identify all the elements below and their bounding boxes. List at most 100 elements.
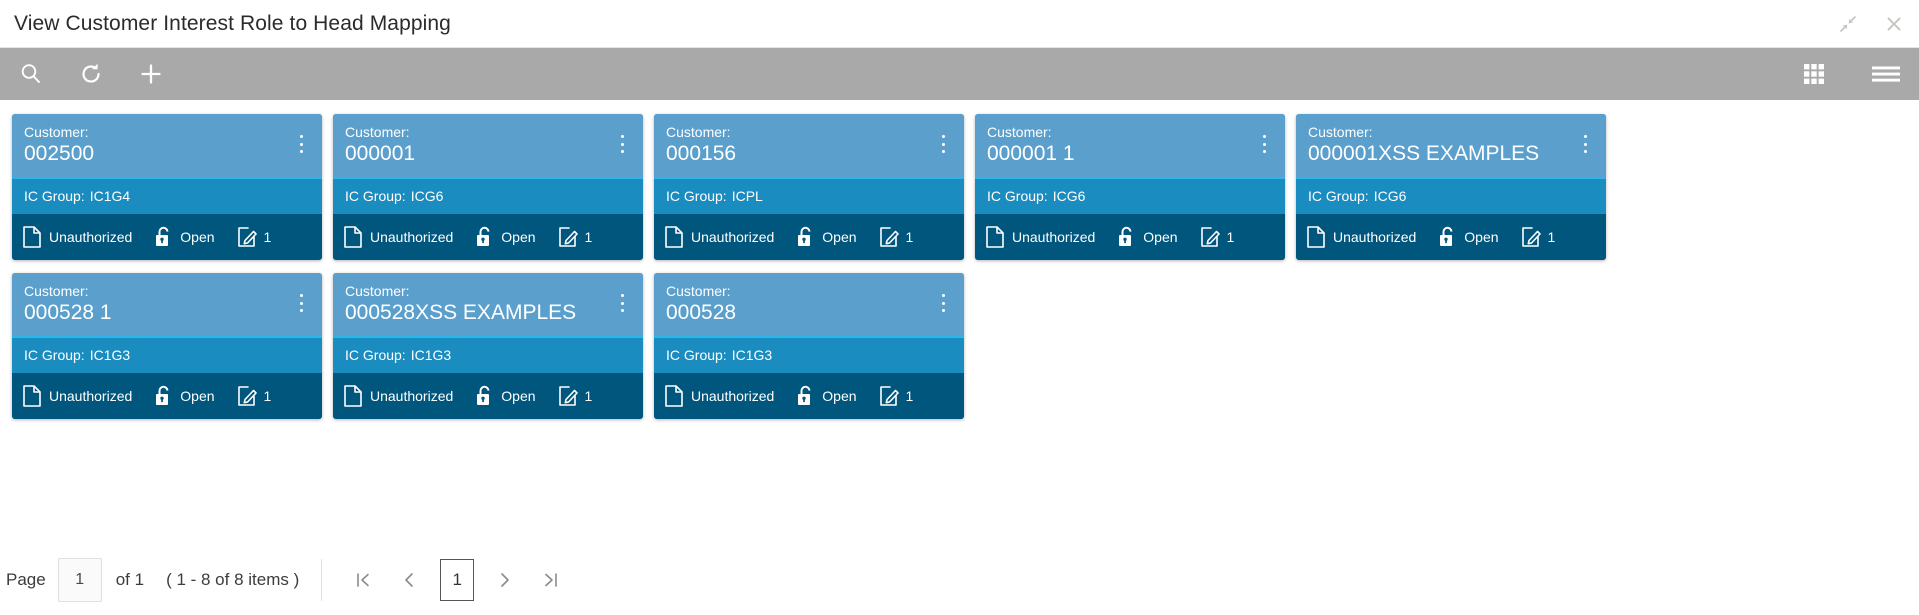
card-customer-value: 000156 bbox=[666, 142, 737, 165]
pagination-bar: Page of 1 ( 1 - 8 of 8 items ) 1 bbox=[0, 545, 1919, 615]
ic-group-value: IC1G3 bbox=[89, 347, 131, 363]
card-menu-icon[interactable] bbox=[1577, 135, 1593, 153]
customer-card[interactable]: Customer: 002500 IC Group: IC1G4 Unauthorize… bbox=[12, 114, 322, 260]
record-version[interactable]: 1 bbox=[237, 226, 271, 248]
card-customer-label: Customer: bbox=[24, 124, 89, 140]
card-menu-icon[interactable] bbox=[293, 135, 309, 153]
card-menu-icon[interactable] bbox=[935, 294, 951, 312]
card-header: Customer: 000528 1 bbox=[12, 273, 322, 338]
ic-group-value: IC1G3 bbox=[731, 347, 773, 363]
ic-group-label: IC Group: bbox=[666, 347, 727, 363]
card-menu-icon[interactable] bbox=[293, 294, 309, 312]
card-menu-icon[interactable] bbox=[614, 294, 630, 312]
refresh-icon[interactable] bbox=[74, 57, 108, 91]
auth-status[interactable]: Unauthorized bbox=[22, 226, 132, 248]
unlock-icon bbox=[477, 226, 490, 246]
lock-status[interactable]: Open bbox=[796, 226, 857, 248]
document-icon bbox=[1307, 226, 1325, 248]
close-icon[interactable] bbox=[1881, 11, 1907, 37]
card-customer-value: 000528 1 bbox=[24, 301, 112, 324]
record-version[interactable]: 1 bbox=[558, 385, 593, 407]
ic-group-value: ICG6 bbox=[1373, 188, 1407, 204]
collapse-arrows-icon[interactable] bbox=[1835, 11, 1861, 37]
edit-icon bbox=[558, 386, 578, 406]
page-of-text: of 1 bbox=[115, 570, 145, 589]
auth-status[interactable]: Unauthorized bbox=[664, 385, 774, 407]
customer-card[interactable]: Customer: 000001 1 IC Group: ICG6 Unauthoriz… bbox=[975, 114, 1285, 260]
lock-status[interactable]: Open bbox=[475, 226, 536, 248]
customer-card[interactable]: Customer: 000528XSS EXAMPLES IC Group: IC1G… bbox=[333, 273, 643, 419]
card-ic-group: IC Group: IC1G3 bbox=[12, 338, 322, 373]
auth-status[interactable]: Unauthorized bbox=[343, 385, 453, 407]
search-icon[interactable] bbox=[14, 57, 48, 91]
card-customer-value: 000528XSS EXAMPLES bbox=[345, 301, 577, 324]
hamburger-icon[interactable] bbox=[1869, 57, 1903, 91]
card-footer: Unauthorized Open 1 bbox=[333, 373, 643, 419]
customer-card[interactable]: Customer: 000528 IC Group: IC1G3 Unauthorize… bbox=[654, 273, 964, 419]
record-version[interactable]: 1 bbox=[1200, 226, 1234, 248]
prev-page-icon[interactable] bbox=[386, 558, 432, 602]
record-version[interactable]: 1 bbox=[558, 226, 592, 248]
lock-status-label: Open bbox=[180, 388, 215, 404]
card-grid: Customer: 002500 IC Group: IC1G4 Unauthorize… bbox=[12, 114, 1907, 419]
record-version[interactable]: 1 bbox=[1521, 226, 1555, 248]
last-page-icon[interactable] bbox=[528, 558, 574, 602]
lock-status-label: Open bbox=[1464, 229, 1499, 245]
edit-icon bbox=[879, 386, 899, 406]
card-ic-group: IC Group: ICPL bbox=[654, 179, 964, 214]
lock-status[interactable]: Open bbox=[796, 385, 857, 407]
card-menu-icon[interactable] bbox=[614, 135, 630, 153]
lock-status[interactable]: Open bbox=[1438, 226, 1499, 248]
auth-status[interactable]: Unauthorized bbox=[985, 226, 1095, 248]
grid-icon[interactable] bbox=[1797, 57, 1831, 91]
card-ic-group: IC Group: ICG6 bbox=[975, 179, 1285, 214]
card-footer: Unauthorized Open 1 bbox=[654, 373, 964, 419]
card-ic-group: IC Group: IC1G3 bbox=[333, 338, 643, 373]
unlock-icon bbox=[798, 226, 811, 246]
lock-status[interactable]: Open bbox=[475, 385, 536, 407]
auth-status-label: Unauthorized bbox=[691, 388, 775, 404]
unlock-icon bbox=[156, 385, 169, 405]
document-icon bbox=[665, 385, 683, 407]
edit-icon bbox=[558, 227, 578, 247]
record-version[interactable]: 1 bbox=[879, 226, 913, 248]
card-customer-value: 000001 bbox=[345, 142, 416, 165]
customer-card[interactable]: Customer: 000001 IC Group: ICG6 Unauthorized… bbox=[333, 114, 643, 260]
lock-status[interactable]: Open bbox=[154, 226, 215, 248]
auth-status[interactable]: Unauthorized bbox=[22, 385, 132, 407]
item-range-text: ( 1 - 8 of 8 items ) bbox=[166, 570, 300, 589]
customer-card[interactable]: Customer: 000528 1 IC Group: IC1G3 Unauthori… bbox=[12, 273, 322, 419]
auth-status[interactable]: Unauthorized bbox=[343, 226, 453, 248]
auth-status[interactable]: Unauthorized bbox=[1306, 226, 1416, 248]
toolbar-left-group bbox=[14, 57, 168, 91]
page-title: View Customer Interest Role to Head Mapp… bbox=[14, 11, 451, 35]
toolbar-right-group bbox=[1797, 57, 1903, 91]
customer-card[interactable]: Customer: 000156 IC Group: ICPL Unauthorized… bbox=[654, 114, 964, 260]
ic-group-value: IC1G4 bbox=[89, 188, 131, 204]
record-version[interactable]: 1 bbox=[237, 385, 271, 407]
auth-status[interactable]: Unauthorized bbox=[664, 226, 774, 248]
card-menu-icon[interactable] bbox=[935, 135, 951, 153]
card-header: Customer: 000001XSS EXAMPLES bbox=[1296, 114, 1606, 179]
card-header: Customer: 000156 bbox=[654, 114, 964, 179]
next-page-icon[interactable] bbox=[482, 558, 528, 602]
plus-icon[interactable] bbox=[134, 57, 168, 91]
page-input[interactable] bbox=[57, 558, 102, 602]
document-icon bbox=[344, 226, 362, 248]
record-version-label: 1 bbox=[584, 388, 593, 404]
card-customer-value: 002500 bbox=[24, 142, 95, 165]
card-customer-value: 000001XSS EXAMPLES bbox=[1308, 142, 1540, 165]
first-page-icon[interactable] bbox=[340, 558, 386, 602]
edit-icon bbox=[1521, 227, 1541, 247]
card-header: Customer: 000528XSS EXAMPLES bbox=[333, 273, 643, 338]
current-page-button[interactable]: 1 bbox=[440, 559, 475, 601]
card-menu-icon[interactable] bbox=[1256, 135, 1272, 153]
card-customer-value: 000528 bbox=[666, 301, 737, 324]
card-customer-label: Customer: bbox=[987, 124, 1052, 140]
ic-group-label: IC Group: bbox=[24, 188, 85, 204]
card-footer: Unauthorized Open 1 bbox=[12, 373, 322, 419]
lock-status[interactable]: Open bbox=[1117, 226, 1178, 248]
lock-status[interactable]: Open bbox=[154, 385, 215, 407]
customer-card[interactable]: Customer: 000001XSS EXAMPLES IC Group: ICG6… bbox=[1296, 114, 1606, 260]
record-version[interactable]: 1 bbox=[879, 385, 913, 407]
